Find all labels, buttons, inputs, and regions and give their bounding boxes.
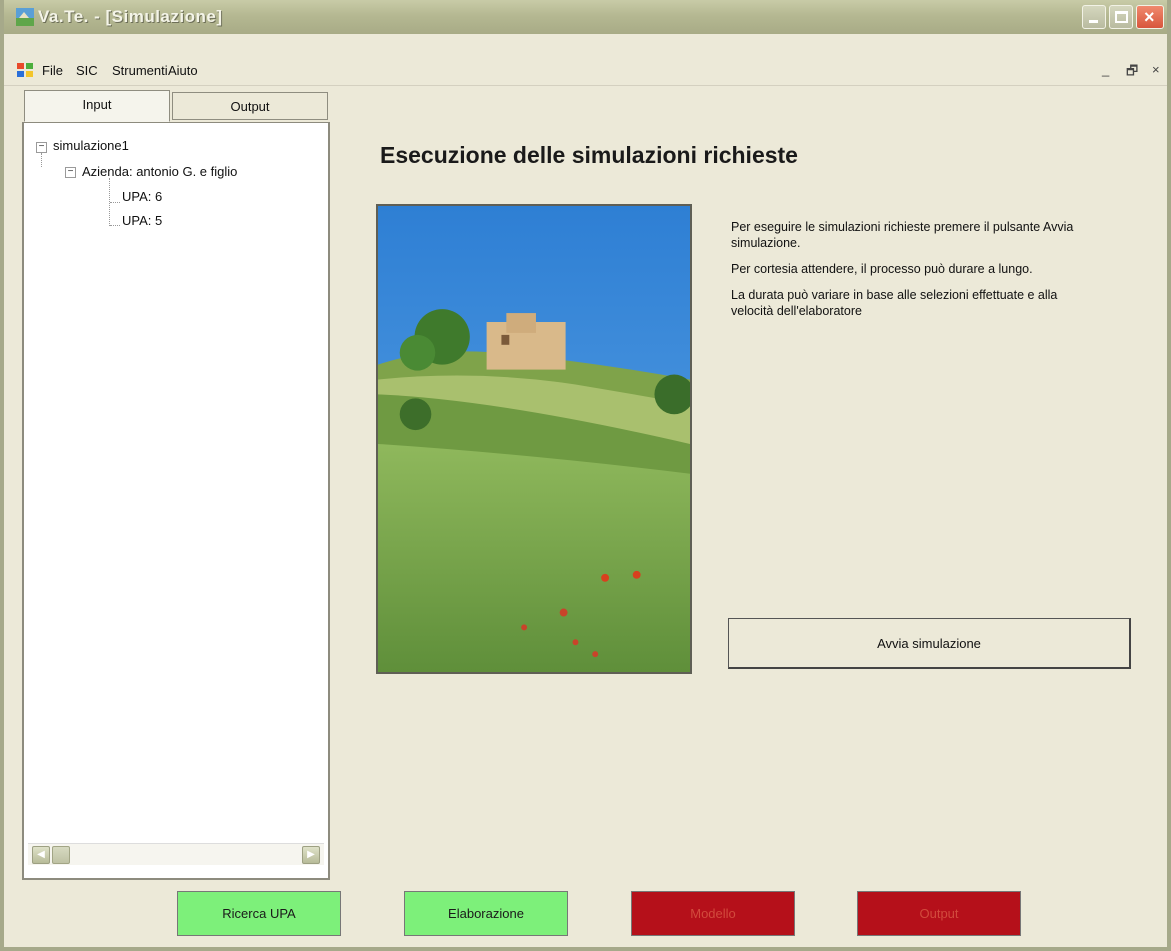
windows-flag-icon[interactable] [16, 62, 34, 78]
tree-connector [41, 153, 42, 167]
tree-node-upa[interactable]: UPA: 5 [122, 213, 162, 228]
output-button[interactable]: Output [857, 891, 1021, 936]
instructions-text: Per eseguire le simulazioni richieste pr… [731, 219, 1096, 329]
page-title: Esecuzione delle simulazioni richieste [380, 142, 798, 168]
tree-node-azienda[interactable]: Azienda: antonio G. e figlio [82, 164, 237, 179]
tree-connector [110, 225, 120, 226]
instruction-paragraph: Per eseguire le simulazioni richieste pr… [731, 220, 1074, 250]
collapse-icon[interactable]: − [36, 142, 47, 153]
panel-tabs: Input Output [22, 90, 330, 122]
minimize-icon [1089, 20, 1098, 23]
scroll-left-icon[interactable]: ◀ [32, 846, 50, 864]
instruction-paragraph: Per cortesia attendere, il processo può … [731, 262, 1033, 276]
horizontal-scrollbar[interactable]: ◀ ▶ [28, 843, 324, 865]
mdi-minimize-button[interactable]: _ [1102, 62, 1109, 77]
scroll-thumb[interactable] [52, 846, 70, 864]
landscape-image [376, 204, 692, 674]
maximize-icon [1115, 11, 1128, 23]
tree-view[interactable]: − simulazione1 − Azienda: antonio G. e f… [22, 122, 330, 880]
tab-input[interactable]: Input [24, 90, 170, 122]
menu-strumenti[interactable]: Strumenti [112, 63, 168, 78]
maximize-button[interactable] [1109, 5, 1133, 29]
scroll-right-icon[interactable]: ▶ [302, 846, 320, 864]
window-title: Va.Te. - [Simulazione] [38, 7, 223, 26]
title-bar[interactable]: Va.Te. - [Simulazione] × [4, 0, 1167, 34]
application-window: Va.Te. - [Simulazione] × File SIC Strume… [0, 0, 1171, 951]
menu-aiuto[interactable]: Aiuto [168, 63, 198, 78]
close-button[interactable]: × [1136, 5, 1164, 29]
close-icon: × [1144, 7, 1155, 27]
collapse-icon[interactable]: − [65, 167, 76, 178]
tab-output[interactable]: Output [172, 92, 328, 120]
tree-connector [110, 202, 120, 203]
ricerca-upa-button[interactable]: Ricerca UPA [177, 891, 341, 936]
menu-bar: File SIC Strumenti Aiuto _ 🗗 × [4, 56, 1167, 86]
menu-sic[interactable]: SIC [76, 63, 98, 78]
menu-file[interactable]: File [42, 63, 63, 78]
start-simulation-button[interactable]: Avvia simulazione [728, 618, 1131, 669]
mdi-restore-button[interactable]: 🗗 [1126, 62, 1138, 84]
instruction-paragraph: La durata può variare in base alle selez… [731, 288, 1058, 318]
mdi-close-button[interactable]: × [1152, 62, 1160, 77]
tree-node-simulation[interactable]: simulazione1 [53, 138, 129, 153]
elaborazione-button[interactable]: Elaborazione [404, 891, 568, 936]
app-icon [16, 8, 34, 26]
tree-node-upa[interactable]: UPA: 6 [122, 189, 162, 204]
modello-button[interactable]: Modello [631, 891, 795, 936]
minimize-button[interactable] [1082, 5, 1106, 29]
